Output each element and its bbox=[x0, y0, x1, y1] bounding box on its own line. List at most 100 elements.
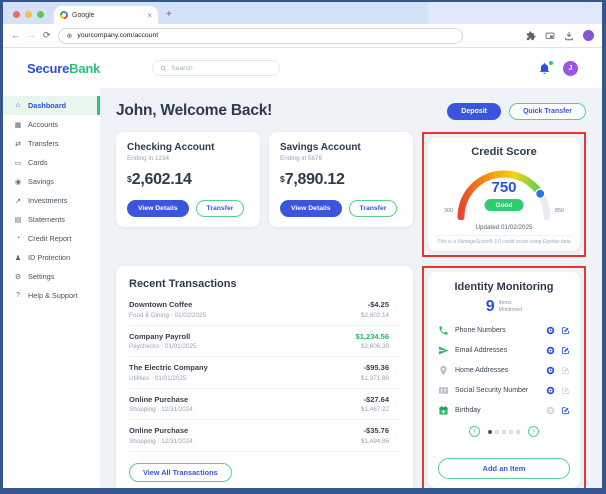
credit-report-icon bbox=[14, 235, 22, 242]
identity-row-ssn: Social Security Number bbox=[438, 385, 570, 396]
id-card-icon bbox=[438, 385, 449, 396]
minimize-window-button[interactable] bbox=[25, 11, 32, 18]
browser-profile-avatar[interactable] bbox=[583, 30, 594, 41]
map-pin-icon bbox=[438, 365, 449, 376]
deposit-button[interactable]: Deposit bbox=[447, 102, 501, 120]
account-title: Savings Account bbox=[280, 142, 361, 153]
sidebar-item-dashboard[interactable]: Dashboard bbox=[3, 96, 100, 115]
browser-tab[interactable]: Google bbox=[54, 6, 158, 24]
notifications-button[interactable] bbox=[538, 59, 554, 75]
transaction-row: Online Purchase Shopping · 12/31/2024 -$2… bbox=[129, 389, 400, 420]
pagination-dot[interactable] bbox=[509, 429, 513, 434]
identity-pagination: ‹ › bbox=[438, 426, 570, 437]
screen-share-icon[interactable] bbox=[545, 31, 555, 41]
view-details-button[interactable]: View Details bbox=[280, 200, 342, 217]
download-icon[interactable] bbox=[564, 31, 574, 41]
monitor-toggle-icon[interactable] bbox=[546, 326, 555, 335]
zoom-window-button[interactable] bbox=[37, 11, 44, 18]
transaction-balance: $2,606.39 bbox=[360, 343, 389, 350]
credit-score-gauge: 750 Good 300 850 bbox=[443, 162, 565, 220]
identity-row-phone: Phone Numbers bbox=[438, 325, 570, 336]
edit-icon[interactable] bbox=[561, 386, 570, 395]
transaction-row: Online Purchase Shopping · 12/31/2024 -$3… bbox=[129, 420, 400, 452]
toolbar-right bbox=[526, 30, 594, 41]
address-bar[interactable]: yourcompany.com/account bbox=[57, 27, 463, 44]
statements-icon bbox=[14, 216, 22, 224]
edit-icon[interactable] bbox=[561, 366, 570, 375]
sidebar-item-savings[interactable]: Savings bbox=[3, 172, 100, 191]
close-window-button[interactable] bbox=[13, 11, 20, 18]
transaction-amount: -$4.25 bbox=[367, 300, 389, 309]
transfer-button[interactable]: Transfer bbox=[195, 200, 245, 217]
pagination-dot[interactable] bbox=[502, 429, 506, 434]
monitor-toggle-icon[interactable] bbox=[546, 366, 555, 375]
transfers-icon bbox=[14, 140, 22, 148]
investments-icon bbox=[14, 197, 22, 205]
sidebar-item-transfers[interactable]: Transfers bbox=[3, 134, 100, 153]
search-box[interactable] bbox=[152, 60, 281, 76]
transaction-amount: -$27.64 bbox=[363, 394, 389, 404]
transaction-balance: $1,371.86 bbox=[360, 374, 389, 382]
account-balance: $7,890.12 bbox=[280, 171, 345, 188]
transaction-menu-icon[interactable] bbox=[394, 369, 400, 376]
savings-icon bbox=[14, 178, 22, 186]
sidebar-item-statements[interactable]: Statements bbox=[3, 210, 100, 229]
view-all-transactions-button[interactable]: View All Transactions bbox=[129, 462, 232, 482]
edit-icon[interactable] bbox=[561, 346, 570, 355]
pagination-dot[interactable] bbox=[516, 429, 520, 434]
identity-monitoring-card: Identity Monitoring 9 Items Monitored Pho… bbox=[428, 272, 580, 488]
app-header: SecureBank J bbox=[3, 48, 602, 88]
extensions-icon[interactable] bbox=[526, 31, 536, 41]
sidebar-item-settings[interactable]: Settings bbox=[3, 267, 100, 286]
credit-score-title: Credit Score bbox=[471, 146, 537, 158]
add-an-item-button[interactable]: Add an Item bbox=[438, 457, 570, 479]
edit-icon[interactable] bbox=[561, 326, 570, 335]
user-avatar[interactable]: J bbox=[563, 60, 578, 76]
transaction-menu-icon[interactable] bbox=[394, 306, 400, 313]
monitor-toggle-icon[interactable] bbox=[546, 346, 555, 355]
transaction-menu-icon[interactable] bbox=[394, 400, 400, 407]
new-tab-button[interactable] bbox=[158, 9, 180, 24]
transfer-button[interactable]: Transfer bbox=[348, 200, 398, 217]
account-subtitle: Ending in 5678 bbox=[280, 155, 323, 162]
chevron-right-icon[interactable]: › bbox=[528, 426, 539, 437]
pagination-dot[interactable] bbox=[488, 429, 492, 434]
settings-icon bbox=[14, 273, 22, 281]
accounts-icon bbox=[14, 121, 22, 129]
reload-icon[interactable] bbox=[43, 31, 51, 40]
close-tab-icon[interactable] bbox=[147, 11, 152, 20]
edit-icon[interactable] bbox=[561, 406, 570, 415]
view-details-button[interactable]: View Details bbox=[127, 200, 189, 217]
cards-icon bbox=[14, 159, 22, 167]
site-info-icon[interactable] bbox=[67, 32, 73, 40]
id-protection-icon bbox=[14, 254, 22, 262]
notification-badge bbox=[548, 59, 554, 66]
tab-favicon-icon bbox=[60, 11, 68, 19]
transaction-menu-icon[interactable] bbox=[394, 337, 400, 344]
back-icon[interactable] bbox=[11, 31, 20, 40]
sidebar-item-credit-report[interactable]: Credit Report bbox=[3, 229, 100, 248]
sidebar-item-id-protection[interactable]: ID Protection bbox=[3, 248, 100, 267]
identity-title: Identity Monitoring bbox=[454, 281, 554, 293]
items-monitored-count: 9 bbox=[485, 298, 495, 315]
transaction-menu-icon[interactable] bbox=[394, 432, 400, 439]
transaction-balance: $1,467.22 bbox=[360, 406, 389, 413]
tab-title: Google bbox=[72, 11, 95, 19]
transactions-title: Recent Transactions bbox=[129, 278, 237, 290]
search-input[interactable] bbox=[171, 64, 273, 72]
sidebar-item-cards[interactable]: Cards bbox=[3, 153, 100, 172]
pagination-dot[interactable] bbox=[495, 429, 499, 434]
securebank-logo: SecureBank bbox=[27, 61, 100, 76]
monitor-toggle-icon[interactable] bbox=[546, 406, 555, 415]
identity-row-email: Email Addresses bbox=[438, 345, 570, 356]
gauge-max-label: 850 bbox=[554, 208, 564, 214]
sidebar-item-help[interactable]: Help & Support bbox=[3, 286, 100, 305]
monitor-toggle-icon[interactable] bbox=[546, 386, 555, 395]
quick-transfer-button[interactable]: Quick Transfer bbox=[508, 102, 586, 120]
window-controls bbox=[3, 11, 54, 24]
main-content: John, Welcome Back! Deposit Quick Transf… bbox=[100, 88, 602, 488]
sidebar-item-investments[interactable]: Investments bbox=[3, 191, 100, 210]
forward-icon[interactable] bbox=[27, 31, 36, 40]
sidebar-item-accounts[interactable]: Accounts bbox=[3, 115, 100, 134]
chevron-left-icon[interactable]: ‹ bbox=[469, 426, 480, 437]
